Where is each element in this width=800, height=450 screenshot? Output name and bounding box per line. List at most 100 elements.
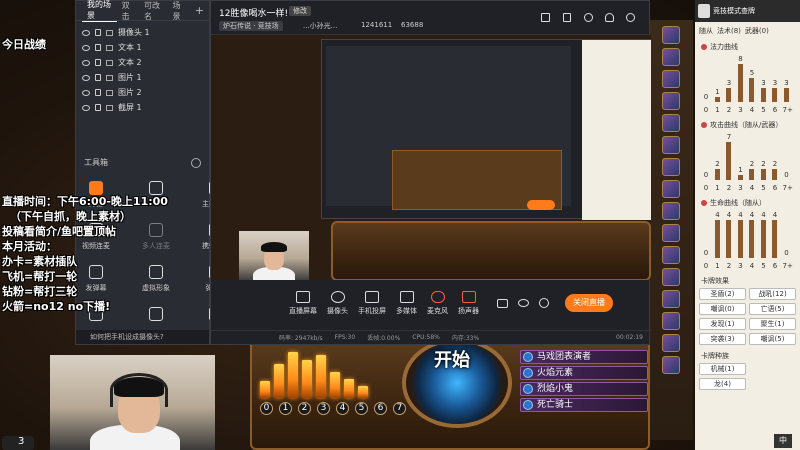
screenshot-icon[interactable] xyxy=(584,13,593,22)
source-row[interactable]: 摄像头 1 xyxy=(82,25,203,40)
tab-double-click[interactable]: 双击 xyxy=(117,0,139,22)
category-chip[interactable]: 炉石传说 · 竞技场 xyxy=(219,21,283,31)
lock-icon[interactable] xyxy=(563,13,571,22)
hero-portrait[interactable] xyxy=(661,334,680,352)
effect-tag[interactable]: 嘲讽(0) xyxy=(699,303,746,315)
screen-icon xyxy=(296,290,310,303)
overlay-line: 本月活动： xyxy=(2,240,57,253)
ctrl-media[interactable]: 多媒体 xyxy=(396,290,417,316)
hero-portrait[interactable] xyxy=(661,48,680,66)
race-tag[interactable]: 机械(1) xyxy=(699,363,746,375)
edit-title-button[interactable]: 修改 xyxy=(289,6,311,16)
card-name: 火焰元素 xyxy=(537,368,574,378)
effect-tag[interactable]: 突袭(3) xyxy=(699,333,746,345)
ctrl-phone[interactable]: 手机投屏 xyxy=(358,290,386,316)
eye-icon[interactable] xyxy=(82,59,90,66)
source-row[interactable]: 文本 1 xyxy=(82,40,203,55)
stop-live-button[interactable]: 关闭直播 xyxy=(565,294,613,312)
hero-portrait[interactable] xyxy=(661,158,680,176)
bell-icon[interactable] xyxy=(605,13,614,22)
card-name: 马戏团表演者 xyxy=(537,352,592,362)
eye-icon[interactable] xyxy=(82,29,90,36)
card-item[interactable]: 马戏团表演者 xyxy=(520,350,648,364)
eye-icon[interactable] xyxy=(82,104,90,111)
filter-weapon[interactable]: 武器(0) xyxy=(745,26,769,36)
filter-minion[interactable]: 随从 xyxy=(699,26,713,36)
lock-icon[interactable] xyxy=(95,104,101,111)
hero-portrait[interactable] xyxy=(661,114,680,132)
effect-tag[interactable]: 圣盾(2) xyxy=(699,288,746,300)
collapse-icon[interactable] xyxy=(191,157,201,168)
mana-bar-group xyxy=(260,350,406,398)
chart-category: 4 xyxy=(749,184,755,192)
hero-portrait[interactable] xyxy=(661,268,680,286)
store-icon[interactable] xyxy=(541,13,550,22)
lock-icon[interactable] xyxy=(95,29,101,36)
play-button-label[interactable]: 开始 xyxy=(434,346,470,372)
chart-category: 0 xyxy=(703,184,709,192)
camera-icon xyxy=(330,290,345,303)
hero-portrait[interactable] xyxy=(661,136,680,154)
eye-icon[interactable] xyxy=(82,74,90,81)
lock-icon[interactable] xyxy=(95,89,101,96)
hero-portrait[interactable] xyxy=(661,246,680,264)
card-item[interactable]: 死亡骑士 xyxy=(520,398,648,412)
effect-tag[interactable]: 嘲讽(5) xyxy=(749,333,796,345)
ctrl-camera[interactable]: 摄像头 xyxy=(327,290,348,316)
chart-value: 3 xyxy=(726,78,732,87)
ctrl-mic[interactable]: 麦克风 xyxy=(427,290,448,316)
tab-my-scenes[interactable]: 我的场景 xyxy=(82,0,117,22)
chart-bar xyxy=(714,169,720,180)
effect-tag[interactable]: 战吼(12) xyxy=(749,288,796,300)
ctrl-screen[interactable]: 直播屏幕 xyxy=(289,290,317,316)
chart-title: 法力曲线 xyxy=(701,42,794,52)
chart-category: 2 xyxy=(726,262,732,270)
hero-portrait[interactable] xyxy=(661,70,680,88)
card-item[interactable]: 火焰元素 xyxy=(520,366,648,380)
hero-portrait[interactable] xyxy=(661,92,680,110)
race-tag[interactable]: 龙(4) xyxy=(699,378,746,390)
chart-bar xyxy=(714,220,720,258)
tab-rename[interactable]: 可改名 xyxy=(139,0,167,22)
effect-tag[interactable]: 亡语(5) xyxy=(749,303,796,315)
lock-icon[interactable] xyxy=(95,44,101,51)
source-row[interactable]: 图片 1 xyxy=(82,70,203,85)
source-label: 摄像头 1 xyxy=(118,28,150,37)
filter-spell[interactable]: 法术(8) xyxy=(717,26,741,36)
source-row[interactable]: 文本 2 xyxy=(82,55,203,70)
hero-portrait[interactable] xyxy=(661,180,680,198)
hero-portrait[interactable] xyxy=(661,26,680,44)
ctrl-speaker[interactable]: 扬声器 xyxy=(458,290,479,316)
hero-portrait[interactable] xyxy=(661,312,680,330)
tab-scene[interactable]: 场景 xyxy=(167,0,189,22)
effect-tag[interactable]: 发现(1) xyxy=(699,318,746,330)
hero-portrait[interactable] xyxy=(661,224,680,242)
tracker-filters: 随从 法术(8) 武器(0) xyxy=(695,22,800,36)
add-scene-icon[interactable]: + xyxy=(190,4,209,17)
record-icon[interactable] xyxy=(497,298,508,308)
source-row[interactable]: 图片 2 xyxy=(82,85,203,100)
lock-icon[interactable] xyxy=(95,59,101,66)
hero-portrait[interactable] xyxy=(661,356,680,374)
share-icon[interactable] xyxy=(626,13,635,22)
lock-icon[interactable] xyxy=(95,74,101,81)
card-item[interactable]: 烈焰小鬼 xyxy=(520,382,648,396)
settings-icon[interactable] xyxy=(539,298,549,308)
ime-indicator[interactable]: 中 xyxy=(774,434,792,448)
card-name: 死亡骑士 xyxy=(537,400,574,410)
mana-bar xyxy=(274,364,284,398)
hero-portrait[interactable] xyxy=(661,202,680,220)
eye-icon[interactable] xyxy=(82,44,90,51)
source-row[interactable]: 截屏 1 xyxy=(82,100,203,115)
prompt-text: 如何把手机设成摄像头? xyxy=(90,333,164,341)
chart-bar xyxy=(760,220,766,258)
hero-portrait[interactable] xyxy=(661,290,680,308)
deck-tracker: 竞技模式查牌 随从 法术(8) 武器(0) 法力曲线 0 0 1 1 3 2 8 3 5 4 3 5 3 6… xyxy=(695,0,800,450)
eye-icon[interactable] xyxy=(82,89,90,96)
source-label: 文本 1 xyxy=(118,43,142,52)
effect-tag[interactable]: 聚生(1) xyxy=(749,318,796,330)
eye-icon[interactable] xyxy=(518,299,529,307)
user-icon xyxy=(149,181,163,195)
prompt-bar[interactable]: 如何把手机设成摄像头? xyxy=(76,330,209,344)
chart-value: 0 xyxy=(784,249,789,257)
